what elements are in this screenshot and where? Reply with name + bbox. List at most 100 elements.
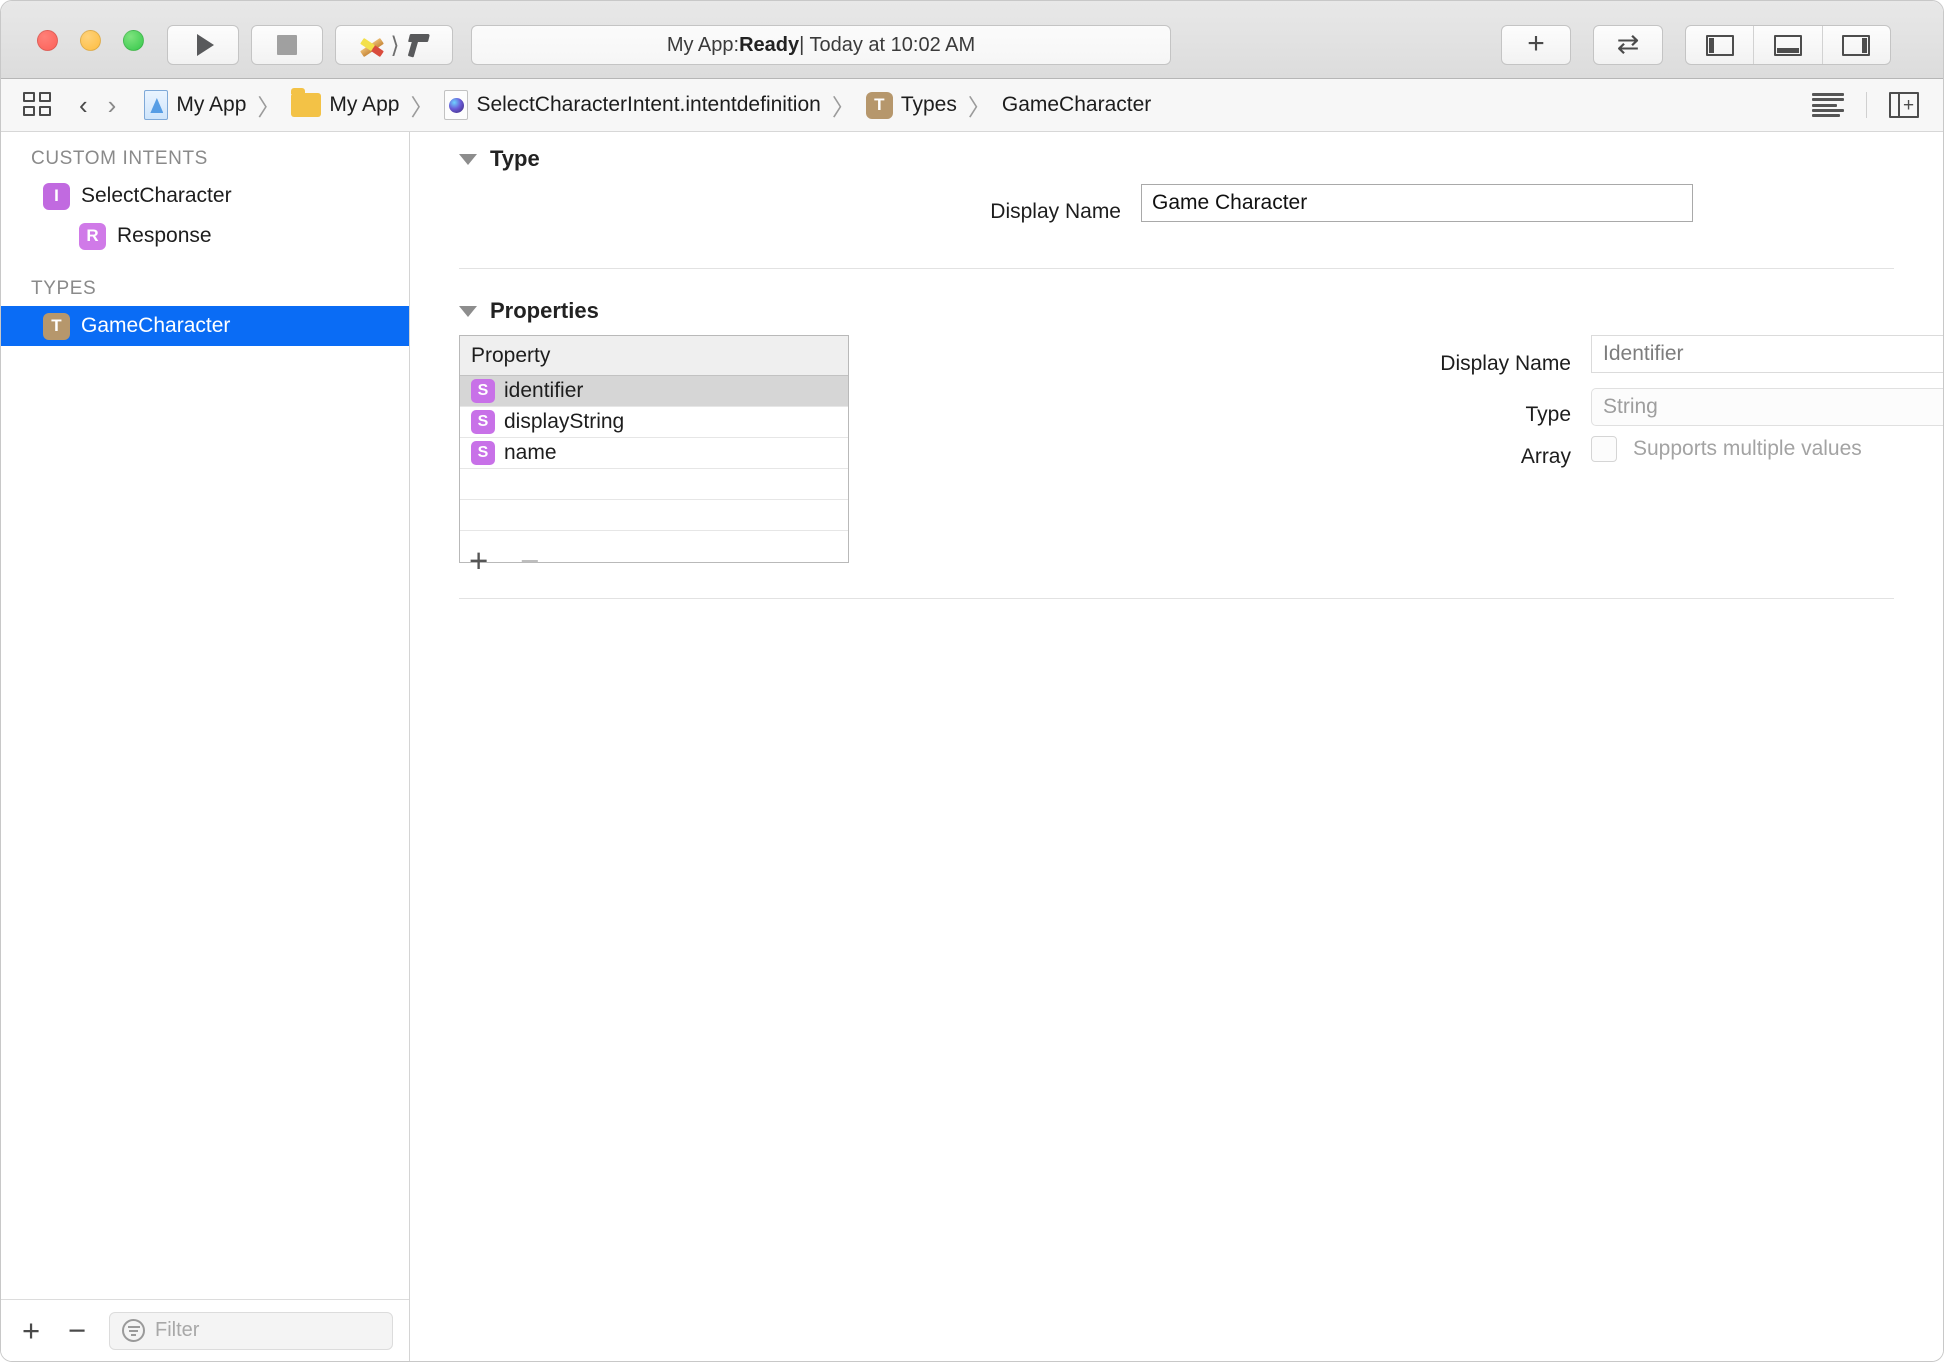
type-badge-icon: T — [43, 313, 70, 340]
intentdefinition-icon — [444, 90, 468, 120]
debug-panel-icon — [1774, 35, 1802, 56]
stop-button[interactable] — [251, 25, 323, 65]
supports-multiple-values-checkbox[interactable] — [1591, 436, 1617, 462]
sidebar-item-label: GameCharacter — [81, 314, 230, 338]
filter-input[interactable]: Filter — [109, 1312, 393, 1350]
breadcrumb-separator-icon: 〉 — [257, 88, 280, 122]
toolbar: ⟩ My App: Ready | Today at 10:02 AM + ⇄ — [1, 1, 1943, 79]
property-display-name-input[interactable]: Identifier — [1591, 335, 1944, 373]
sidebar-section-header-custom-intents: CUSTOM INTENTS — [1, 148, 409, 170]
plus-icon: + — [1527, 29, 1545, 59]
remove-property-button: − — [520, 544, 539, 577]
breadcrumb-label: GameCharacter — [1002, 93, 1151, 117]
maximize-window-button[interactable] — [123, 30, 144, 51]
table-row-empty[interactable] — [460, 500, 848, 531]
intent-badge-icon: I — [43, 183, 70, 210]
sidebar-bottom-bar: + − Filter — [1, 1299, 409, 1361]
toggle-debug-area-button[interactable] — [1753, 26, 1821, 64]
divider — [459, 598, 1894, 599]
type-display-name-input[interactable]: Game Character — [1141, 184, 1693, 222]
related-items-icon[interactable] — [23, 92, 53, 118]
string-badge-icon: S — [471, 410, 495, 434]
status-state: Ready — [739, 34, 799, 57]
property-name: displayString — [504, 410, 624, 434]
swap-arrows-icon: ⇄ — [1617, 31, 1640, 58]
editor-layout-segments — [1685, 25, 1891, 65]
filter-placeholder: Filter — [155, 1319, 199, 1342]
table-row[interactable]: S name — [460, 438, 848, 469]
breadcrumb-item-types[interactable]: T Types — [866, 92, 957, 119]
breadcrumb-label: Types — [901, 93, 957, 117]
string-badge-icon: S — [471, 379, 495, 403]
table-column-header-property[interactable]: Property — [460, 336, 848, 376]
status-suffix: | Today at 10:02 AM — [799, 34, 975, 57]
property-display-name-label: Display Name — [831, 352, 1571, 376]
properties-section-header[interactable]: Properties — [459, 298, 599, 324]
navigate-back-button[interactable]: ‹ — [79, 92, 88, 118]
properties-table: Property S identifier S displayString S … — [459, 335, 849, 563]
status-bar: My App: Ready | Today at 10:02 AM — [471, 25, 1171, 65]
property-array-label: Array — [831, 445, 1571, 469]
status-prefix: My App: — [667, 34, 739, 57]
section-title: Properties — [490, 298, 599, 324]
breadcrumb-separator-icon: 〉 — [410, 88, 433, 122]
property-type-select[interactable]: String ▲▼ — [1591, 388, 1944, 426]
property-name: name — [504, 441, 557, 465]
sidebar-item-label: SelectCharacter — [81, 184, 232, 208]
table-row[interactable]: S identifier — [460, 376, 848, 407]
breadcrumb-separator-icon: 〉 — [832, 88, 855, 122]
intent-editor: Type Display Name Game Character Propert… — [411, 132, 1943, 1361]
supports-multiple-values-label: Supports multiple values — [1633, 437, 1862, 461]
xcode-app-icon — [359, 32, 385, 58]
property-name: identifier — [504, 379, 583, 403]
add-property-button[interactable]: + — [469, 544, 488, 577]
xcode-window: ⟩ My App: Ready | Today at 10:02 AM + ⇄ — [0, 0, 1944, 1362]
type-display-name-value: Game Character — [1152, 191, 1307, 215]
navigator-panel-icon — [1706, 35, 1734, 56]
toggle-inspector-button[interactable] — [1822, 26, 1890, 64]
run-button[interactable] — [167, 25, 239, 65]
property-type-label: Type — [831, 403, 1571, 427]
sidebar-item-gamecharacter[interactable]: T GameCharacter — [1, 306, 409, 346]
navigator-sidebar: CUSTOM INTENTS I SelectCharacter R Respo… — [1, 132, 410, 1361]
type-section-header[interactable]: Type — [459, 146, 540, 172]
disclosure-triangle-icon[interactable] — [459, 306, 477, 317]
breadcrumb-label: SelectCharacterIntent.intentdefinition — [476, 93, 820, 117]
hammer-icon — [405, 32, 429, 58]
sidebar-section-header-types: TYPES — [1, 278, 409, 300]
breadcrumb-item-project[interactable]: My App — [144, 90, 246, 120]
sidebar-item-selectcharacter[interactable]: I SelectCharacter — [1, 176, 409, 216]
section-title: Type — [490, 146, 540, 172]
inspector-panel-icon — [1842, 35, 1870, 56]
breadcrumb-item-folder[interactable]: My App — [291, 93, 399, 117]
type-badge-icon: T — [866, 92, 893, 119]
navigate-forward-button[interactable]: › — [108, 92, 117, 118]
sidebar-remove-button[interactable]: − — [63, 1315, 91, 1346]
chevron-right-icon: ⟩ — [391, 34, 400, 57]
table-row[interactable]: S displayString — [460, 407, 848, 438]
table-row-empty[interactable] — [460, 469, 848, 500]
swap-editors-button[interactable]: ⇄ — [1593, 25, 1663, 65]
property-type-value: String — [1603, 395, 1658, 419]
scheme-selector[interactable]: ⟩ — [335, 25, 453, 65]
add-button[interactable]: + — [1501, 25, 1571, 65]
play-icon — [197, 34, 214, 56]
breadcrumb-bar: ‹ › My App 〉 My App 〉 SelectCharacterInt… — [1, 79, 1943, 132]
toggle-navigator-button[interactable] — [1686, 26, 1753, 64]
sidebar-add-button[interactable]: + — [17, 1315, 45, 1346]
add-editor-icon[interactable]: + — [1889, 92, 1919, 118]
sidebar-item-label: Response — [117, 224, 212, 248]
divider — [459, 268, 1894, 269]
minimap-icon[interactable] — [1812, 93, 1844, 117]
breadcrumb-item-current[interactable]: GameCharacter — [1002, 93, 1151, 117]
minimize-window-button[interactable] — [80, 30, 101, 51]
string-badge-icon: S — [471, 441, 495, 465]
properties-table-controls: + − — [469, 544, 540, 577]
filter-icon — [122, 1319, 145, 1342]
breadcrumb-item-file[interactable]: SelectCharacterIntent.intentdefinition — [444, 90, 820, 120]
sidebar-item-response[interactable]: R Response — [1, 216, 409, 256]
property-display-name-value: Identifier — [1603, 342, 1684, 366]
disclosure-triangle-icon[interactable] — [459, 154, 477, 165]
close-window-button[interactable] — [37, 30, 58, 51]
breadcrumb-label: My App — [176, 93, 246, 117]
